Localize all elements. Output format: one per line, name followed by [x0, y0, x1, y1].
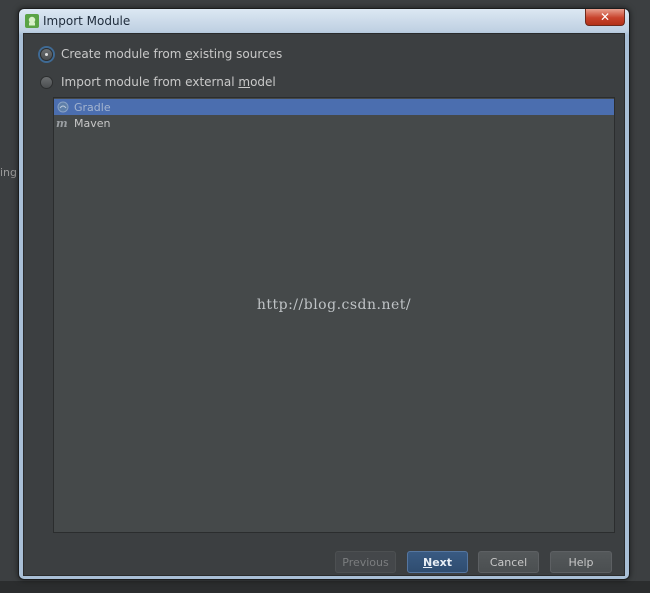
- radio-button-selected[interactable]: [40, 47, 53, 61]
- background-statusbar: [0, 581, 650, 593]
- list-item-label: Maven: [74, 116, 111, 130]
- maven-icon: m: [56, 116, 70, 130]
- list-item-gradle[interactable]: Gradle: [54, 99, 614, 115]
- android-studio-icon: [25, 14, 39, 28]
- list-item-maven[interactable]: m Maven: [54, 115, 614, 131]
- list-item-label: Gradle: [74, 100, 111, 114]
- cancel-button[interactable]: Cancel: [478, 551, 539, 573]
- close-button[interactable]: ✕: [585, 9, 625, 26]
- option-existing-sources[interactable]: Create module from existing sources: [40, 45, 282, 63]
- help-button[interactable]: Help: [550, 551, 612, 573]
- previous-button[interactable]: Previous: [335, 551, 396, 573]
- close-icon: ✕: [599, 10, 611, 24]
- dialog-content: Create module from existing sources Impo…: [23, 33, 625, 576]
- next-button[interactable]: Next: [407, 551, 468, 573]
- window-title: Import Module: [43, 14, 131, 28]
- option-label: Import module from external model: [61, 75, 276, 89]
- option-label: Create module from existing sources: [61, 47, 283, 61]
- svg-text:m: m: [56, 117, 68, 129]
- gradle-icon: [56, 100, 70, 114]
- option-external-model[interactable]: Import module from external model: [40, 73, 276, 91]
- radio-button[interactable]: [40, 75, 53, 89]
- background-text-fragment: ing: [0, 166, 18, 179]
- watermark-text: http://blog.csdn.net/: [256, 297, 412, 313]
- titlebar[interactable]: Import Module ✕: [19, 9, 629, 33]
- import-module-dialog: Import Module ✕ Create module from exist…: [18, 8, 630, 580]
- external-model-list[interactable]: Gradle m Maven http://blog.csdn.net/: [53, 97, 615, 533]
